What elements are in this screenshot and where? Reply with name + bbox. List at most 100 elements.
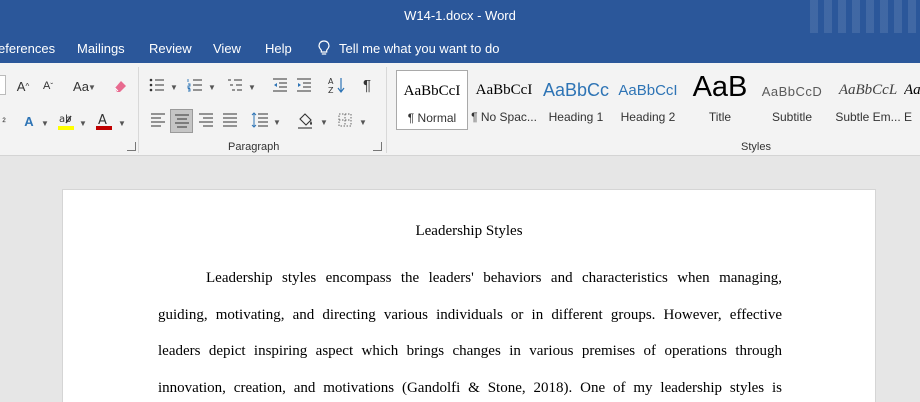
style-normal[interactable]: AaBbCcI ¶ Normal (396, 70, 468, 130)
tab-references[interactable]: eferences (0, 41, 55, 56)
align-center-icon (174, 114, 189, 128)
chevron-down-icon: ▼ (118, 119, 126, 128)
highlight-color-button[interactable]: ab (56, 109, 76, 133)
line-spacing-icon (251, 112, 268, 128)
title-bar: W14-1.docx - Word (0, 0, 920, 33)
svg-text:Z: Z (328, 86, 334, 94)
style-name: Title (708, 110, 732, 124)
chevron-down-icon: ▼ (88, 83, 96, 92)
style-no-spacing[interactable]: AaBbCcI ¶ No Spac... (468, 70, 540, 130)
chevron-down-icon: ▼ (170, 83, 178, 92)
chevron-down-icon: ▼ (359, 118, 367, 127)
tab-mailings[interactable]: Mailings (77, 41, 125, 56)
multilevel-list-button[interactable] (226, 75, 244, 95)
paragraph-line: leaders depict inspiring aspect which br… (158, 343, 782, 359)
font-color-button[interactable]: A (94, 109, 114, 133)
sort-button[interactable]: AZ (327, 75, 347, 95)
align-right-icon (199, 113, 213, 127)
bullet-list-icon (149, 78, 164, 92)
align-left-button[interactable] (148, 109, 168, 131)
text-effects-button[interactable]: A (18, 110, 40, 132)
increase-indent-button[interactable] (295, 75, 313, 95)
bullets-button[interactable] (148, 75, 166, 95)
increase-indent-icon (297, 78, 311, 92)
superscript-button[interactable]: ² (0, 111, 8, 133)
title-bar-pattern (810, 0, 920, 33)
style-name: ¶ No Spac... (471, 110, 537, 124)
style-sample: AaBbCc (542, 80, 610, 100)
style-name: E (904, 110, 913, 124)
window-title: W14-1.docx - Word (404, 8, 516, 23)
line-spacing-button[interactable] (250, 109, 270, 131)
chevron-down-icon: ▼ (248, 83, 256, 92)
style-sample: AaB (692, 71, 748, 103)
decrease-indent-button[interactable] (271, 75, 289, 95)
clear-formatting-button[interactable] (109, 75, 131, 97)
group-separator (138, 67, 139, 153)
style-name: ¶ Normal (407, 111, 457, 125)
svg-text:A: A (98, 113, 107, 128)
paragraph-line: innovation, creation, and motivations (G… (158, 379, 782, 396)
multilevel-list-icon (228, 79, 242, 91)
document-title[interactable]: Leadership Styles (63, 223, 875, 240)
paragraph-dialog-launcher[interactable] (373, 142, 382, 151)
body-paragraph[interactable]: Leadership styles encompass the leaders'… (158, 268, 782, 402)
style-subtle-emphasis[interactable]: AaBbCcL Subtle Em... (828, 70, 908, 130)
shading-button[interactable] (296, 109, 316, 131)
style-sample: AaBbCcI (475, 82, 533, 98)
center-align-button[interactable] (170, 109, 193, 133)
font-dialog-launcher[interactable] (127, 142, 136, 151)
style-name: Subtitle (771, 110, 813, 124)
decrease-indent-icon (273, 78, 287, 92)
paragraph-line: guiding, motivating, and directing vario… (158, 306, 782, 323)
svg-text:A: A (328, 77, 334, 86)
chevron-down-icon: ▼ (273, 118, 281, 127)
styles-gallery: AaBbCcI ¶ Normal AaBbCcI ¶ No Spac... Aa… (396, 70, 920, 130)
tab-review[interactable]: Review (149, 41, 192, 56)
styles-group-label: Styles (741, 141, 771, 153)
lightbulb-icon (318, 40, 330, 55)
style-sample: AaBbCcD (761, 84, 823, 99)
borders-icon (338, 113, 352, 127)
numbered-list-icon (187, 79, 202, 92)
style-emphasis[interactable]: Aa E (904, 70, 920, 130)
group-separator (386, 67, 387, 153)
numbering-button[interactable] (186, 75, 204, 95)
style-name: Heading 2 (620, 110, 676, 124)
paint-bucket-icon (298, 113, 312, 129)
style-sample: AaBbCcI (618, 82, 678, 99)
chevron-down-icon: ▼ (320, 118, 328, 127)
ribbon: A ^ Aˇ Aa ▼ ² A ▼ ab ▼ A ▼ ▼ ▼ ▼ AZ ¶ ▼ … (0, 63, 920, 156)
ribbon-tabs: eferences Mailings Review View Help Tell… (0, 33, 920, 63)
paragraph-group-label: Paragraph (228, 141, 280, 153)
align-right-button[interactable] (196, 109, 216, 131)
style-sample: AaBbCcL (838, 82, 898, 98)
svg-text:ab: ab (59, 114, 71, 125)
chevron-down-icon: ▼ (41, 119, 49, 128)
eraser-icon (114, 81, 126, 92)
style-sample: Aa (904, 82, 920, 98)
borders-button[interactable] (336, 109, 354, 131)
style-subtitle[interactable]: AaBbCcD Subtitle (756, 70, 828, 130)
tab-help[interactable]: Help (265, 41, 292, 56)
justify-icon (223, 113, 237, 127)
document-page[interactable]: Leadership Styles Leadership styles enco… (62, 189, 876, 402)
style-name: Heading 1 (548, 110, 604, 124)
style-title[interactable]: AaB Title (684, 70, 756, 130)
chevron-down-icon: ▼ (208, 83, 216, 92)
shrink-font-button[interactable]: Aˇ (37, 75, 59, 97)
style-name: Subtle Em... (835, 110, 901, 124)
show-formatting-marks-button[interactable]: ¶ (358, 75, 376, 95)
style-sample: AaBbCcI (403, 83, 461, 99)
document-area: Leadership Styles Leadership styles enco… (0, 157, 920, 402)
style-heading-2[interactable]: AaBbCcI Heading 2 (612, 70, 684, 130)
tell-me-search[interactable]: Tell me what you want to do (318, 40, 499, 56)
tell-me-text: Tell me what you want to do (339, 41, 500, 56)
tab-view[interactable]: View (213, 41, 241, 56)
style-heading-1[interactable]: AaBbCc Heading 1 (540, 70, 612, 130)
justify-button[interactable] (220, 109, 240, 131)
font-color-icon: A (96, 113, 112, 130)
font-size-box[interactable] (0, 75, 6, 95)
grow-font-button[interactable]: A ^ (12, 75, 34, 97)
highlighter-icon: ab (58, 114, 74, 130)
